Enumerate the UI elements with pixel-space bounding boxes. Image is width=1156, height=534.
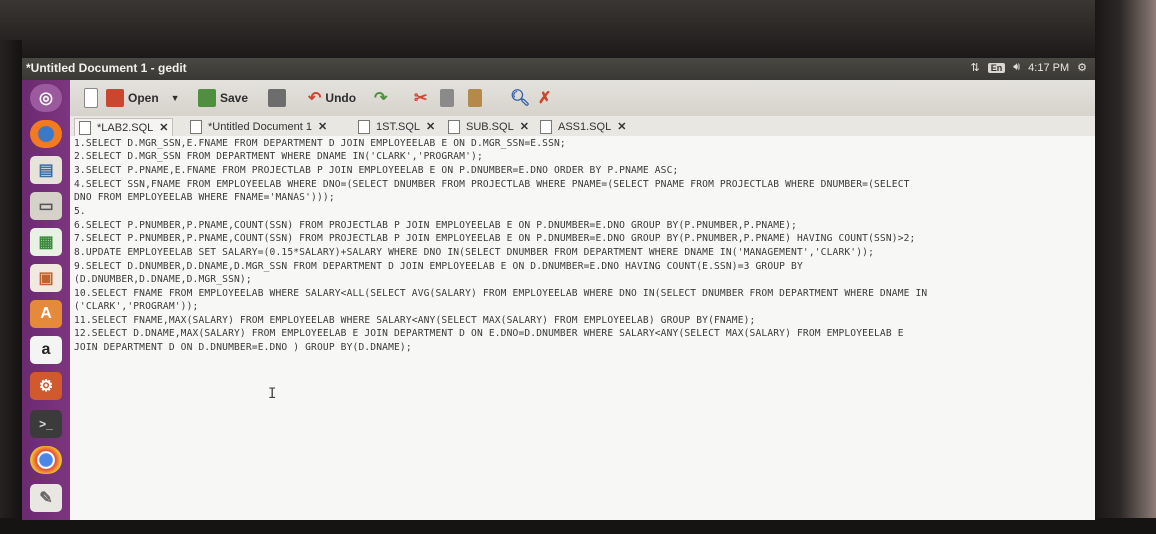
- redo-button[interactable]: ↷: [374, 87, 387, 109]
- code-line: DNO FROM EMPLOYEELAB WHERE FNAME='MANAS'…: [74, 192, 335, 203]
- close-icon[interactable]: ✕: [520, 120, 529, 133]
- replace-icon: ✗: [538, 90, 552, 107]
- open-button[interactable]: Open ▼: [106, 87, 180, 109]
- cut-icon: ✂: [414, 90, 428, 107]
- text-editor-icon[interactable]: ✎: [30, 484, 62, 512]
- save-label: Save: [220, 91, 249, 105]
- code-line: 12.SELECT D.DNAME,MAX(SALARY) FROM EMPLO…: [74, 328, 904, 339]
- tab-1st[interactable]: 1ST.SQL ✕: [354, 118, 439, 135]
- replace-button[interactable]: ✗: [538, 87, 551, 109]
- code-line: ('CLARK','PROGRAM'));: [74, 301, 199, 312]
- close-icon[interactable]: ✕: [318, 120, 327, 133]
- open-label: Open: [128, 91, 159, 105]
- code-line: 10.SELECT FNAME FROM EMPLOYEELAB WHERE S…: [74, 288, 928, 299]
- tab-label: SUB.SQL: [466, 120, 514, 133]
- terminal-icon[interactable]: >_: [30, 410, 62, 438]
- tab-label: *Untitled Document 1: [208, 120, 312, 133]
- chrome-icon[interactable]: [30, 446, 62, 474]
- code-line: JOIN DEPARTMENT D ON D.DNUMBER=E.DNO ) G…: [74, 342, 412, 353]
- window-title: *Untitled Document 1 - gedit: [26, 61, 187, 75]
- code-line: 9.SELECT D.DNUMBER,D.DNAME,D.MGR_SSN FRO…: [74, 261, 803, 272]
- print-icon: [268, 89, 286, 107]
- tab-label: 1ST.SQL: [376, 120, 421, 133]
- keyboard-layout-indicator[interactable]: En: [987, 62, 1006, 73]
- volume-icon[interactable]: 🔊︎: [1013, 61, 1020, 74]
- code-line: 8.UPDATE EMPLOYEELAB SET SALARY=(0.15*SA…: [74, 247, 874, 258]
- document-viewer-icon[interactable]: ▭: [30, 192, 62, 220]
- tab-label: *LAB2.SQL: [97, 121, 154, 134]
- code-line: 6.SELECT P.PNUMBER,P.PNAME,COUNT(SSN) FR…: [74, 220, 797, 231]
- code-line: 7.SELECT P.PNUMBER,P.PNAME,COUNT(SSN) FR…: [74, 233, 916, 244]
- code-line: 1.SELECT D.MGR_SSN,E.FNAME FROM DEPARTME…: [74, 138, 566, 149]
- paste-button[interactable]: [468, 87, 482, 109]
- document-icon: [79, 120, 91, 135]
- print-button[interactable]: [268, 87, 286, 109]
- close-icon[interactable]: ✕: [617, 120, 626, 133]
- tab-bar: *LAB2.SQL ✕ *Untitled Document 1 ✕ 1ST.S…: [70, 116, 1095, 137]
- code-line: (D.DNUMBER,D.DNAME,D.MGR_SSN);: [74, 274, 252, 285]
- document-icon: [540, 119, 552, 134]
- network-icon[interactable]: ⇅: [970, 61, 979, 74]
- tab-lab2[interactable]: *LAB2.SQL ✕: [74, 118, 174, 136]
- undo-icon: ↶: [308, 90, 322, 107]
- text-editor-area[interactable]: 1.SELECT D.MGR_SSN,E.FNAME FROM DEPARTME…: [70, 136, 1095, 520]
- spreadsheet-icon[interactable]: ▦: [30, 228, 62, 256]
- tab-untitled-document-1[interactable]: *Untitled Document 1 ✕: [186, 118, 331, 135]
- launcher: ◎ ▤ ▭ ▦ ▣ A a ⚙ >_ ✎: [22, 80, 70, 520]
- files-icon[interactable]: ▤: [30, 156, 62, 184]
- amazon-icon[interactable]: a: [30, 336, 62, 364]
- folder-icon: [106, 89, 124, 107]
- undo-label: Undo: [325, 91, 357, 105]
- search-icon: 🔍︎: [510, 90, 531, 107]
- find-button[interactable]: 🔍︎: [510, 87, 530, 109]
- system-settings-icon[interactable]: ⚙: [30, 372, 62, 400]
- tab-sub[interactable]: SUB.SQL ✕: [444, 118, 533, 135]
- copy-icon: [440, 89, 454, 107]
- cut-button[interactable]: ✂: [414, 87, 427, 109]
- chevron-down-icon: ▼: [170, 93, 180, 103]
- monitor-bezel-bottom: [0, 518, 1156, 534]
- code-line: 2.SELECT D.MGR_SSN FROM DEPARTMENT WHERE…: [74, 151, 483, 162]
- text-cursor-icon: I: [268, 386, 277, 402]
- close-icon[interactable]: ✕: [159, 121, 168, 134]
- firefox-icon[interactable]: [30, 120, 62, 148]
- document-icon: [448, 119, 460, 134]
- redo-icon: ↷: [374, 90, 388, 107]
- document-icon: [190, 119, 202, 134]
- save-icon: [198, 89, 216, 107]
- new-document-button[interactable]: [84, 87, 98, 109]
- toolbar: Open ▼ Save ↶ Undo ↷ ✂ 🔍︎ ✗: [70, 80, 1095, 117]
- monitor-bezel-right: [1095, 0, 1156, 534]
- monitor-bezel-top: [0, 0, 1156, 60]
- code-line: 5.: [74, 206, 86, 217]
- clock[interactable]: 4:17 PM: [1028, 62, 1069, 74]
- ubuntu-dash-icon[interactable]: ◎: [30, 84, 62, 112]
- close-icon[interactable]: ✕: [426, 120, 435, 133]
- copy-button[interactable]: [440, 87, 454, 109]
- monitor-bezel-left: [0, 40, 22, 534]
- gear-icon[interactable]: ⚙: [1077, 61, 1087, 74]
- undo-button[interactable]: ↶ Undo: [308, 87, 356, 109]
- tab-ass1[interactable]: ASS1.SQL ✕: [536, 118, 630, 135]
- save-button[interactable]: Save: [198, 87, 248, 109]
- tab-label: ASS1.SQL: [558, 120, 612, 133]
- panel-indicators: ⇅ En 🔊︎ 4:17 PM ⚙: [970, 61, 1087, 74]
- document-icon: [358, 119, 370, 134]
- code-line: 3.SELECT P.PNAME,E.FNAME FROM PROJECTLAB…: [74, 165, 679, 176]
- top-panel: *Untitled Document 1 - gedit ⇅ En 🔊︎ 4:1…: [22, 58, 1095, 80]
- presentation-icon[interactable]: ▣: [30, 264, 62, 292]
- screen: *Untitled Document 1 - gedit ⇅ En 🔊︎ 4:1…: [22, 58, 1095, 520]
- new-document-icon: [84, 88, 98, 108]
- paste-icon: [468, 89, 482, 107]
- code-line: 11.SELECT FNAME,MAX(SALARY) FROM EMPLOYE…: [74, 315, 756, 326]
- software-center-icon[interactable]: A: [30, 300, 62, 328]
- code-line: 4.SELECT SSN,FNAME FROM EMPLOYEELAB WHER…: [74, 179, 910, 190]
